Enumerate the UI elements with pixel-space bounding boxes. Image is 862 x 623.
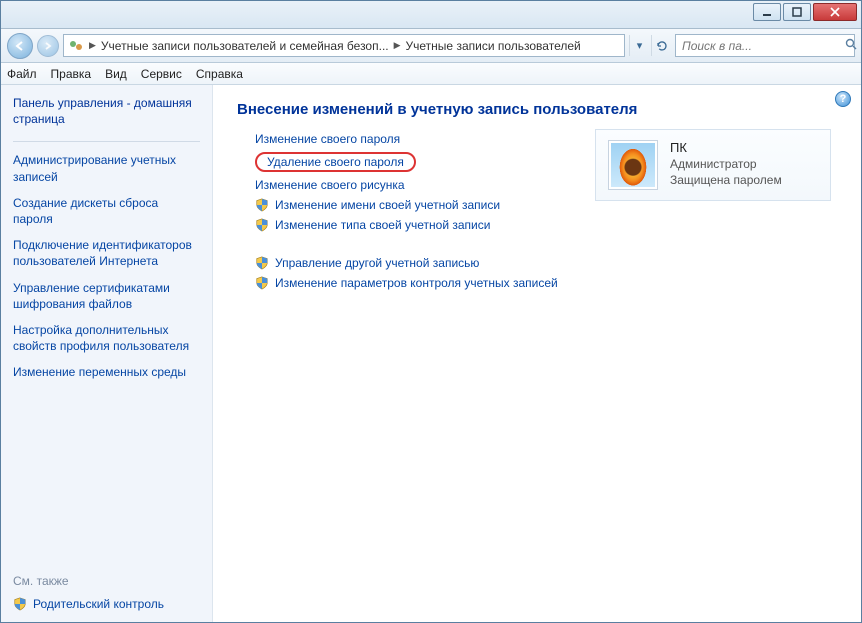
shield-icon: [255, 276, 269, 290]
control-panel-home-link[interactable]: Панель управления - домашняя страница: [13, 95, 200, 127]
user-protected: Защищена паролем: [670, 173, 782, 187]
avatar-frame: [608, 140, 658, 190]
sidebar-item-certs[interactable]: Управление сертификатами шифрования файл…: [13, 280, 200, 312]
maximize-icon: [792, 7, 802, 17]
sidebar-item-reset-disk[interactable]: Создание дискеты сброса пароля: [13, 195, 200, 227]
body: Панель управления - домашняя страница Ад…: [1, 85, 861, 622]
user-accounts-icon: [68, 38, 84, 54]
breadcrumb-level2[interactable]: Учетные записи пользователей: [406, 39, 581, 53]
chevron-right-icon: ▶: [88, 40, 97, 51]
avatar-flower-icon: [611, 143, 655, 187]
menu-help[interactable]: Справка: [196, 67, 243, 81]
chevron-right-icon: ▶: [393, 40, 402, 51]
maximize-button[interactable]: [783, 3, 811, 21]
main-content: ? Внесение изменений в учетную запись по…: [213, 85, 861, 622]
close-icon: [829, 6, 841, 18]
see-also-label: См. также: [13, 574, 200, 588]
refresh-icon: [656, 40, 668, 52]
user-name: ПК: [670, 140, 782, 155]
menu-edit[interactable]: Правка: [51, 67, 92, 81]
link-change-type[interactable]: Изменение типа своей учетной записи: [275, 218, 490, 232]
user-role: Администратор: [670, 157, 782, 171]
sidebar-item-profile-props[interactable]: Настройка дополнительных свойств профиля…: [13, 322, 200, 354]
sidebar-item-online-ids[interactable]: Подключение идентификаторов пользователе…: [13, 237, 200, 269]
breadcrumb-level1[interactable]: Учетные записи пользователей и семейная …: [101, 39, 389, 53]
shield-icon: [255, 218, 269, 232]
page-title: Внесение изменений в учетную запись поль…: [237, 101, 837, 118]
chevron-down-icon: ▾: [637, 39, 643, 52]
address-tools: ▾: [629, 35, 671, 56]
user-tile: ПК Администратор Защищена паролем: [595, 129, 831, 201]
shield-icon: [255, 198, 269, 212]
divider: [13, 141, 200, 142]
minimize-icon: [762, 7, 772, 17]
shield-icon: [13, 597, 27, 611]
shield-icon: [255, 256, 269, 270]
menubar: Файл Правка Вид Сервис Справка: [1, 63, 861, 85]
arrow-right-icon: [43, 41, 53, 51]
refresh-button[interactable]: [651, 35, 671, 56]
link-change-picture[interactable]: Изменение своего рисунка: [255, 178, 405, 192]
search-icon: [845, 38, 857, 53]
link-change-password[interactable]: Изменение своего пароля: [255, 132, 400, 146]
search-box[interactable]: [675, 34, 855, 57]
link-change-name[interactable]: Изменение имени своей учетной записи: [275, 198, 500, 212]
control-panel-window: ▶ Учетные записи пользователей и семейна…: [0, 0, 862, 623]
link-delete-password[interactable]: Удаление своего пароля: [267, 155, 404, 169]
back-button[interactable]: [7, 33, 33, 59]
menu-file[interactable]: Файл: [7, 67, 37, 81]
minimize-button[interactable]: [753, 3, 781, 21]
sidebar-item-env-vars[interactable]: Изменение переменных среды: [13, 364, 200, 380]
sidebar-links: Администрирование учетных записей Создан…: [13, 152, 200, 380]
forward-button[interactable]: [37, 35, 59, 57]
search-input[interactable]: [680, 38, 841, 54]
address-bar[interactable]: ▶ Учетные записи пользователей и семейна…: [63, 34, 625, 57]
link-uac-settings[interactable]: Изменение параметров контроля учетных за…: [275, 276, 558, 290]
arrow-left-icon: [14, 40, 26, 52]
menu-tools[interactable]: Сервис: [141, 67, 182, 81]
sidebar-item-parental[interactable]: Родительский контроль: [33, 596, 164, 612]
user-info: ПК Администратор Защищена паролем: [670, 140, 782, 187]
close-button[interactable]: [813, 3, 857, 21]
highlight-delete-password: Удаление своего пароля: [255, 152, 416, 172]
link-manage-other[interactable]: Управление другой учетной записью: [275, 256, 479, 270]
navbar: ▶ Учетные записи пользователей и семейна…: [1, 29, 861, 63]
sidebar-item-manage-accounts[interactable]: Администрирование учетных записей: [13, 152, 200, 184]
titlebar: [1, 1, 861, 29]
address-dropdown-button[interactable]: ▾: [629, 35, 649, 56]
help-button[interactable]: ?: [835, 91, 851, 107]
sidebar: Панель управления - домашняя страница Ад…: [1, 85, 213, 622]
menu-view[interactable]: Вид: [105, 67, 127, 81]
sidebar-bottom: См. также Родительский контроль: [13, 564, 200, 612]
